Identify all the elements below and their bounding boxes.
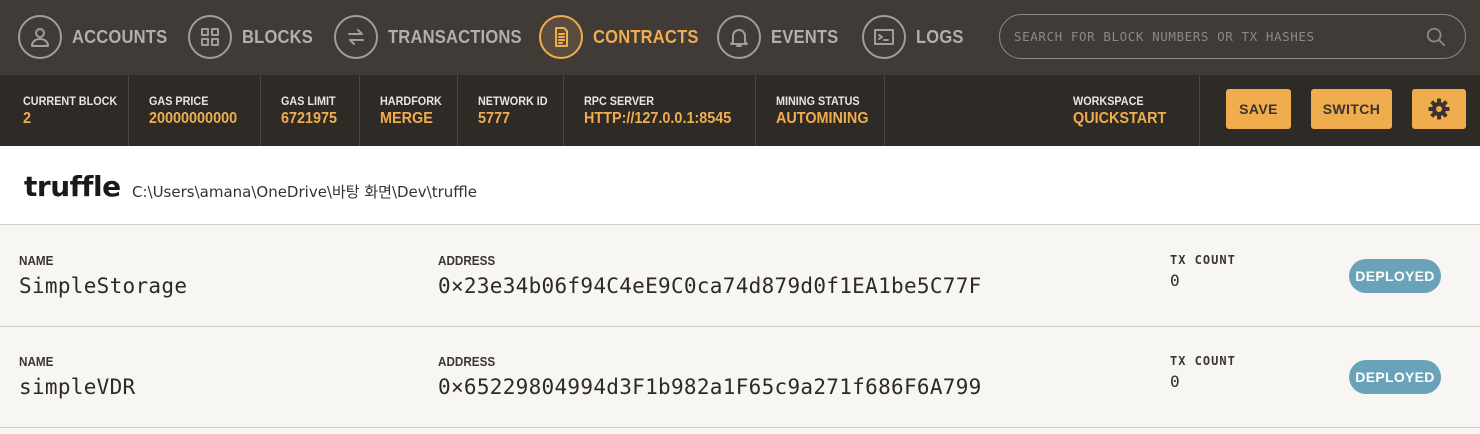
contract-row[interactable]: NAME SimpleStorage ADDRESS 0×23e34b06f94…: [0, 226, 1480, 327]
status-badge: DEPLOYED: [1349, 259, 1441, 293]
blocks-icon: [188, 15, 232, 59]
hardfork-label: HARDFORK: [380, 94, 442, 108]
nav-transactions-label: TRANSACTIONS: [388, 26, 522, 47]
nav-contracts[interactable]: CONTRACTS: [539, 14, 708, 60]
status-badge: DEPLOYED: [1349, 360, 1441, 394]
nav-accounts[interactable]: ACCOUNTS: [18, 14, 176, 60]
rpc-server-stat: RPC SERVER HTTP://127.0.0.1:8545: [564, 75, 756, 146]
tx-count-value: 0: [1170, 372, 1180, 391]
workspace-value: QUICKSTART: [1073, 110, 1167, 127]
mining-status-value: AUTOMINING: [776, 110, 869, 127]
hardfork-stat: HARDFORK MERGE: [360, 75, 458, 146]
switch-button[interactable]: SWITCH: [1311, 89, 1392, 129]
search-box: [999, 14, 1466, 59]
mining-status-stat: MINING STATUS AUTOMINING: [756, 75, 885, 146]
nav-blocks-label: BLOCKS: [242, 26, 314, 47]
nav-accounts-label: ACCOUNTS: [72, 26, 168, 47]
nav-events-label: EVENTS: [771, 26, 839, 47]
nav-logs-label: LOGS: [916, 26, 964, 47]
network-id-value: 5777: [478, 110, 511, 127]
address-label: ADDRESS: [438, 253, 496, 268]
address-label: ADDRESS: [438, 354, 496, 369]
search-icon[interactable]: [1425, 26, 1447, 48]
name-label: NAME: [19, 354, 54, 369]
gas-price-label: GAS PRICE: [149, 94, 209, 108]
project-path: C:\Users\amana\OneDrive\바탕 화면\Dev\truffl…: [132, 183, 477, 201]
nav-transactions[interactable]: TRANSACTIONS: [334, 14, 533, 60]
contract-name: simpleVDR: [19, 375, 136, 399]
network-id-label: NETWORK ID: [478, 94, 548, 108]
hardfork-value: MERGE: [380, 110, 433, 127]
tx-count-label: TX COUNT: [1170, 354, 1236, 368]
gas-price-stat: GAS PRICE 20000000000: [129, 75, 261, 146]
current-block-stat: CURRENT BLOCK 2: [0, 75, 129, 146]
mining-status-label: MINING STATUS: [776, 94, 860, 108]
contracts-icon: [539, 15, 583, 59]
current-block-label: CURRENT BLOCK: [23, 94, 118, 108]
transactions-icon: [334, 15, 378, 59]
search-input[interactable]: [1014, 15, 1414, 57]
terminal-icon: [862, 15, 906, 59]
network-id-stat: NETWORK ID 5777: [458, 75, 564, 146]
tx-count-value: 0: [1170, 271, 1180, 290]
nav-events[interactable]: EVENTS: [717, 14, 844, 60]
gas-limit-label: GAS LIMIT: [281, 94, 336, 108]
gas-price-value: 20000000000: [149, 110, 238, 127]
project-name: truffle: [24, 170, 121, 203]
name-label: NAME: [19, 253, 54, 268]
top-navigation: ACCOUNTS BLOCKS TRANSACTIONS CONTRACTS E…: [0, 0, 1480, 75]
workspace-stat: WORKSPACE QUICKSTART: [1053, 75, 1200, 146]
workspace-label: WORKSPACE: [1073, 94, 1144, 108]
contract-row[interactable]: NAME simpleVDR ADDRESS 0×65229804994d3F1…: [0, 327, 1480, 428]
rpc-server-label: RPC SERVER: [584, 94, 655, 108]
save-button[interactable]: SAVE: [1226, 89, 1291, 129]
bell-icon: [717, 15, 761, 59]
nav-blocks[interactable]: BLOCKS: [188, 14, 319, 60]
gear-icon[interactable]: [1412, 89, 1466, 129]
tx-count-label: TX COUNT: [1170, 253, 1236, 267]
current-block-value: 2: [23, 110, 32, 127]
rpc-server-value: HTTP://127.0.0.1:8545: [584, 110, 732, 127]
nav-logs[interactable]: LOGS: [862, 14, 968, 60]
gas-limit-stat: GAS LIMIT 6721975: [261, 75, 360, 146]
contract-address: 0×65229804994d3F1b982a1F65c9a271f686F6A7…: [438, 375, 982, 399]
contract-name: SimpleStorage: [19, 274, 188, 298]
nav-contracts-label: CONTRACTS: [593, 26, 699, 47]
project-header: truffle C:\Users\amana\OneDrive\바탕 화면\De…: [0, 146, 1480, 225]
gas-limit-value: 6721975: [281, 110, 338, 127]
account-icon: [18, 15, 62, 59]
contract-address: 0×23e34b06f94C4eE9C0ca74d879d0f1EA1be5C7…: [438, 274, 982, 298]
